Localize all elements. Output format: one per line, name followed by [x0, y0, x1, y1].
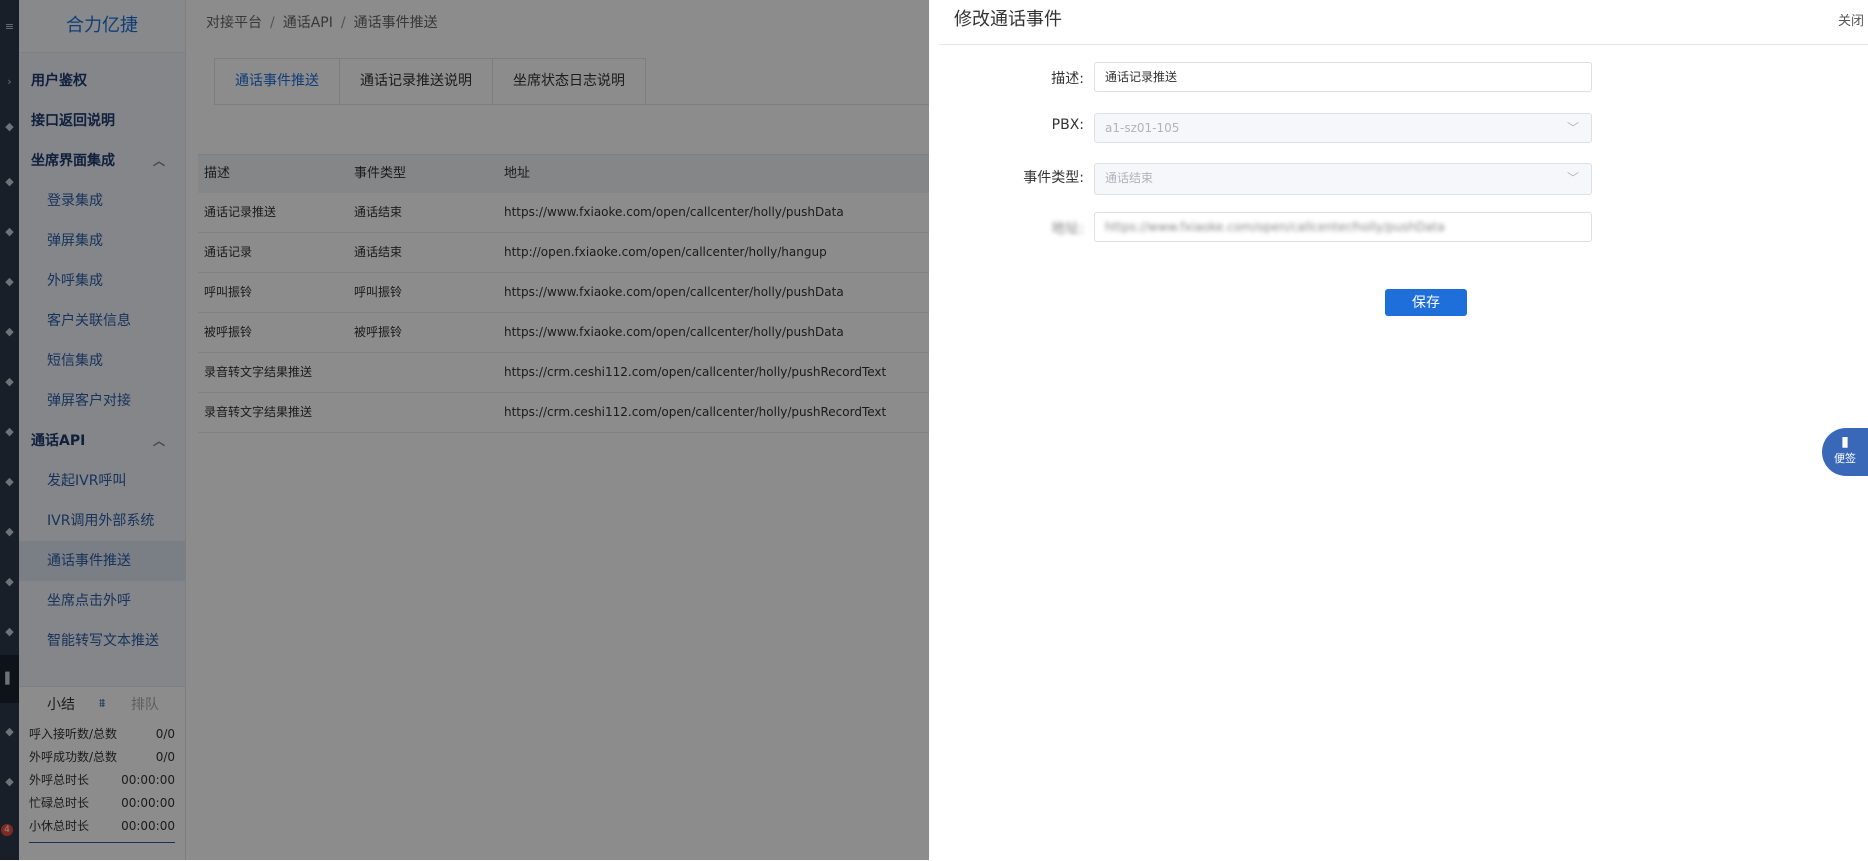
event-type-select[interactable]: 通话结束 ﹀: [1094, 163, 1592, 195]
address-label: 地址:: [964, 218, 1084, 238]
event-type-label: 事件类型:: [1023, 170, 1084, 186]
chevron-down-icon: ﹀: [1566, 121, 1579, 135]
close-button[interactable]: 关闭: [1838, 10, 1864, 29]
desc-input[interactable]: 通话记录推送: [1094, 62, 1592, 92]
address-value: https://www.fxiaoke.com/open/callcenter/…: [1105, 220, 1445, 234]
sticky-note-label: 便签: [1834, 452, 1856, 465]
sticky-note-button[interactable]: ▮ 便签: [1822, 428, 1868, 476]
edit-event-drawer: 修改通话事件 关闭 描述: 通话记录推送 PBX: a1-sz01-105 ﹀ …: [929, 0, 1868, 860]
pbx-value: a1-sz01-105: [1105, 121, 1180, 135]
drawer-divider: [939, 44, 1868, 45]
chevron-down-icon: ﹀: [1566, 171, 1579, 185]
desc-label: 描述:: [1051, 71, 1084, 87]
address-input[interactable]: https://www.fxiaoke.com/open/callcenter/…: [1094, 212, 1592, 242]
modal-backdrop[interactable]: [0, 0, 929, 860]
event-type-value: 通话结束: [1105, 171, 1154, 185]
drawer-title: 修改通话事件: [954, 9, 1062, 30]
pbx-select[interactable]: a1-sz01-105 ﹀: [1094, 113, 1592, 143]
bookmark-icon: ▮: [1841, 434, 1849, 450]
save-button[interactable]: 保存: [1385, 289, 1467, 316]
pbx-label: PBX:: [1051, 117, 1084, 133]
address-label-text: 地址:: [1051, 221, 1084, 237]
